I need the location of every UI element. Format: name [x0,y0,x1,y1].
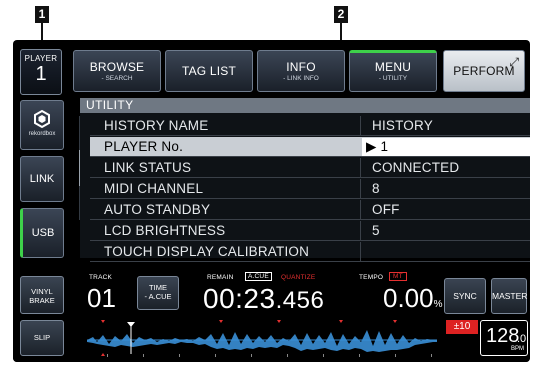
tempo-value: 0.00 [383,283,434,313]
info-button[interactable]: INFO - LINK INFO [257,50,345,92]
info-label: INFO [286,60,316,74]
rekordbox-button[interactable]: rekordbox [20,100,64,150]
row-divider [360,221,361,241]
utility-row-midi-channel[interactable]: MIDI CHANNEL 8 [90,179,530,199]
utility-row-player-no[interactable]: PLAYER No. ▶ 1 [90,137,530,157]
track-label: TRACK [89,274,113,281]
tag-list-label: TAG LIST [181,64,237,78]
utility-row-link-status[interactable]: LINK STATUS CONNECTED [90,158,530,178]
track-number: 01 [87,283,116,313]
utility-panel: UTILITY HISTORY NAME HISTORY PLAYER No. … [80,98,530,262]
row-name: LINK STATUS [104,160,192,175]
sync-label: SYNC [453,291,477,301]
callout-1: 1 [35,6,49,23]
row-value: CONNECTED [372,160,460,175]
time-value: 00:23 [203,283,276,314]
master-label: MASTER [492,291,528,301]
tag-list-button[interactable]: TAG LIST [165,50,253,92]
usb-label: USB [31,227,55,239]
rekordbox-icon [34,109,50,129]
row-divider [360,242,361,262]
row-value: OFF [372,202,400,217]
row-divider [360,200,361,220]
row-name: TOUCH DISPLAY CALIBRATION [104,244,310,259]
utility-row-auto-standby[interactable]: AUTO STANDBY OFF [90,200,530,220]
row-value: 8 [372,181,380,196]
row-value: 5 [372,223,380,238]
utility-header: UTILITY [80,98,530,113]
time-label: TIME [149,283,167,292]
vinyl-brake-label: VINYL BRAKE [29,287,55,305]
utility-row-history-name[interactable]: HISTORY NAME HISTORY [90,116,530,136]
row-name: LCD BRIGHTNESS [104,223,226,238]
utility-row-lcd-brightness[interactable]: LCD BRIGHTNESS 5 [90,221,530,241]
row-name: MIDI CHANNEL [104,181,204,196]
usb-button[interactable]: USB [20,208,64,258]
menu-label: MENU [374,60,412,74]
perform-button[interactable]: ⤢ PERFORM [443,50,525,92]
master-button[interactable]: MASTER [491,278,527,314]
row-name: HISTORY NAME [104,118,209,133]
browse-button[interactable]: BROWSE - SEARCH [73,50,161,92]
browse-sub: - SEARCH [101,75,133,82]
utility-row-touch-calibration[interactable]: TOUCH DISPLAY CALIBRATION [90,242,530,262]
tempo-range-badge: ±10 [446,320,478,334]
row-name: AUTO STANDBY [104,202,211,217]
row-divider [360,179,361,199]
row-divider [360,116,361,136]
acue-label: A.CUE [245,272,272,281]
cue-markers [101,320,397,323]
slip-label: SLIP [33,333,51,342]
expand-icon: ⤢ [509,55,519,69]
row-value: HISTORY [372,118,433,133]
time-mode: - A.CUE [144,292,172,301]
bpm-display: 128 .0 BPM [480,320,528,356]
row-divider [360,158,361,178]
time-mode-button[interactable]: TIME - A.CUE [137,276,179,310]
info-sub: - LINK INFO [283,75,319,82]
deck-panel: VINYL BRAKE SLIP TRACK 01 TIME - A.CUE R… [13,268,530,362]
slip-button[interactable]: SLIP [20,320,64,356]
track-waveform[interactable] [87,318,437,358]
tempo-label: TEMPO [359,274,384,281]
link-label: LINK [29,173,55,185]
quantize-label: QUANTIZE [281,274,316,281]
bpm-unit: BPM [511,346,525,352]
bpm-value: 128 [486,325,520,347]
menu-button[interactable]: MENU - UTILITY [349,50,437,92]
link-button[interactable]: LINK [20,156,64,202]
vinyl-brake-button[interactable]: VINYL BRAKE [20,276,64,314]
cdj-touch-display: PLAYER 1 BROWSE - SEARCH TAG LIST INFO -… [13,40,530,362]
row-name: PLAYER No. [104,139,184,154]
player-number: 1 [35,63,47,85]
waveform-ticks [107,354,432,357]
menu-sub: - UTILITY [378,75,408,82]
player-indicator: PLAYER 1 [20,49,62,95]
tempo-unit: % [433,299,443,310]
remain-label: REMAIN [207,274,234,281]
player-label: PLAYER [24,54,58,63]
sync-button[interactable]: SYNC [444,278,486,314]
master-tempo-badge: MT [389,272,407,281]
rekordbox-label: rekordbox [28,131,56,137]
row-value: ▶ 1 [366,139,389,154]
callout-2: 2 [334,6,348,23]
browse-label: BROWSE [89,60,145,74]
time-ms: .456 [275,287,325,314]
bpm-decimal: .0 [517,333,527,345]
